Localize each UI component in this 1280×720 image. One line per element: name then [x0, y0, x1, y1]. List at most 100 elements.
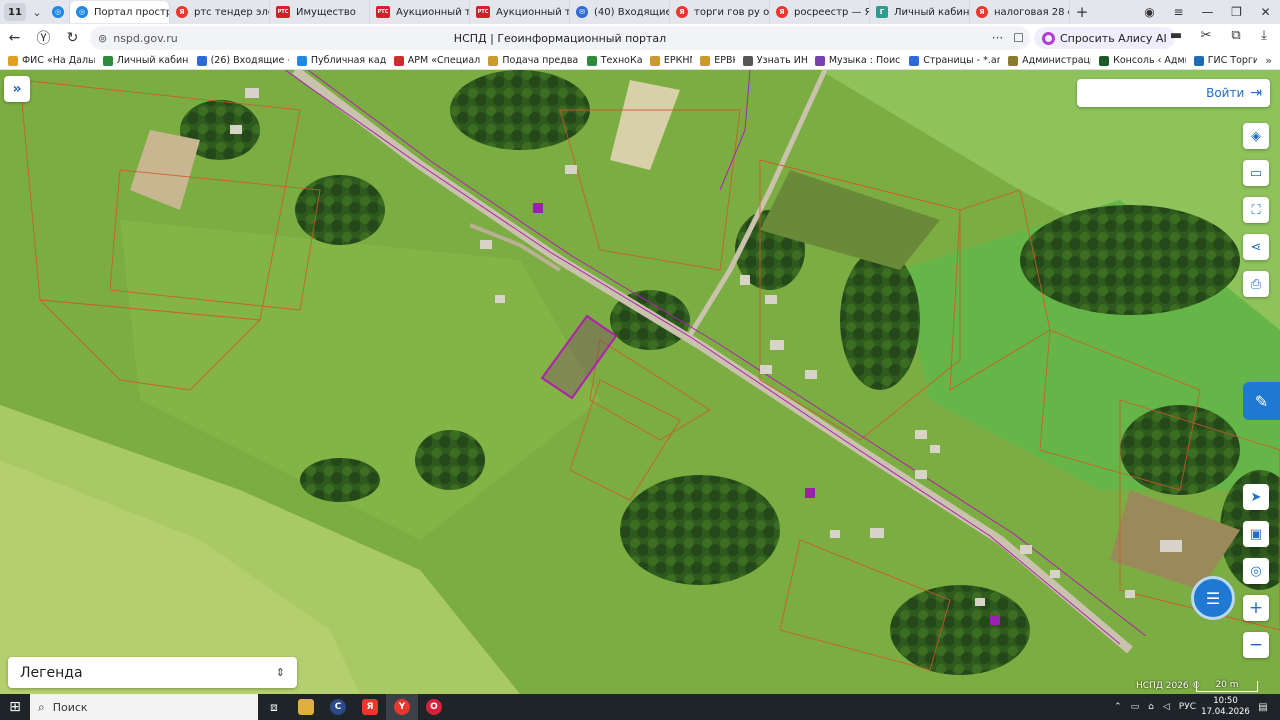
- minimize-icon[interactable]: —: [1193, 5, 1222, 19]
- chat-button[interactable]: ☰: [1191, 576, 1235, 620]
- bookmark-item[interactable]: Страницы - *.amu: [909, 55, 1000, 66]
- layers-button[interactable]: ◈: [1243, 123, 1269, 149]
- locate-button[interactable]: ➤: [1243, 484, 1269, 510]
- restore-icon[interactable]: ❐: [1222, 5, 1251, 19]
- satellite-map[interactable]: [0, 70, 1280, 694]
- tray-expand-icon[interactable]: ⌃: [1114, 702, 1122, 712]
- folder-icon: [298, 699, 314, 715]
- app-c-button[interactable]: C: [322, 694, 354, 720]
- bookmark-item[interactable]: ГИС Торги -: [1193, 55, 1257, 66]
- bookmark-item[interactable]: АРМ «Специалис: [393, 55, 480, 66]
- volume-icon[interactable]: ◁: [1163, 702, 1170, 712]
- zoom-out-button[interactable]: −: [1243, 632, 1269, 658]
- bookmarks-overflow-icon[interactable]: »: [1265, 54, 1272, 67]
- tab-label: росреестр — Янд: [794, 6, 869, 18]
- login-button[interactable]: Войти ⇥: [1077, 79, 1270, 107]
- more-options-icon[interactable]: ···: [992, 31, 1003, 45]
- tab-auction-1[interactable]: РТС Аукционный торг: [370, 1, 470, 23]
- select-area-button[interactable]: ⛶: [1243, 197, 1269, 223]
- tab-label: (40) Входящие - Г: [594, 6, 670, 18]
- explorer-button[interactable]: [290, 694, 322, 720]
- yandex-browser-button[interactable]: Y: [386, 694, 418, 720]
- system-clock[interactable]: 10:50 17.04.2026: [1201, 696, 1255, 718]
- yandex-app-button[interactable]: Я: [354, 694, 386, 720]
- bookmark-favicon-icon: [700, 55, 711, 66]
- bookmark-label: Музыка : Поиск -: [828, 55, 901, 66]
- collections-icon[interactable]: ⧉: [1226, 28, 1246, 43]
- zoom-out-icon: −: [1248, 635, 1264, 655]
- url-field[interactable]: ⊚ nspd.gov.ru НСПД | Геоинформационный п…: [90, 26, 1030, 50]
- tab-torgi[interactable]: Яторги гов ру офи: [670, 1, 770, 23]
- bookmark-favicon-icon: [196, 55, 207, 66]
- search-icon: ⌕: [38, 699, 45, 714]
- download-icon[interactable]: ⤓: [1254, 28, 1274, 43]
- tab-count-badge[interactable]: 11: [4, 3, 26, 21]
- task-view-icon: ⧈: [270, 699, 278, 714]
- network-icon[interactable]: ▭: [1131, 702, 1140, 712]
- bookmark-item[interactable]: Публичная кадас: [296, 55, 386, 66]
- ruler-button[interactable]: ▭: [1243, 160, 1269, 186]
- select-area-icon: ⛶: [1251, 202, 1261, 218]
- yandex-home-icon[interactable]: Ⓨ: [29, 28, 58, 48]
- geolocation-button[interactable]: ◎: [1243, 558, 1269, 584]
- site-info-icon[interactable]: ⊚: [98, 32, 107, 45]
- zoom-in-button[interactable]: +: [1243, 595, 1269, 621]
- sidebar-toggle-button[interactable]: »: [4, 76, 30, 102]
- minimap-button[interactable]: ▣: [1243, 521, 1269, 547]
- tab-inbox[interactable]: ✉ (40) Входящие - Г: [570, 1, 670, 23]
- bookmark-item[interactable]: Администрация: [1008, 55, 1091, 66]
- tab-auction-2[interactable]: РТС Аукционный торг: [470, 1, 570, 23]
- tab-rts-search[interactable]: Яртс тендер элект: [170, 1, 270, 23]
- bookmark-item[interactable]: (26) Входящие - П: [196, 55, 289, 66]
- tab-list-chevron-icon[interactable]: ⌄: [26, 6, 48, 19]
- opera-button[interactable]: O: [418, 694, 450, 720]
- bookmark-item[interactable]: Узнать ИНН: [742, 55, 807, 66]
- tab-property[interactable]: РТС Имущество: [270, 1, 370, 23]
- tab-personal-cabinet[interactable]: Г Личный кабинет: [870, 1, 970, 23]
- reload-icon[interactable]: ↻: [58, 30, 87, 46]
- profile-icon[interactable]: ◉: [1135, 5, 1164, 19]
- tab-label: торги гов ру офи: [694, 6, 770, 18]
- back-icon[interactable]: ←: [0, 30, 29, 46]
- bookmark-item[interactable]: Музыка : Поиск -: [814, 55, 901, 66]
- tab-nspd[interactable]: ◎ Портал простран: [70, 1, 170, 23]
- bookmark-item[interactable]: Консоль ‹ Админ: [1099, 55, 1186, 66]
- bookmark-item[interactable]: ТехноКад: [586, 55, 642, 66]
- legend-panel[interactable]: Легенда ⇕: [8, 657, 297, 688]
- map-copyright: НСПД 2026 ©: [1136, 681, 1201, 691]
- bookmark-item[interactable]: ЕРВК: [700, 55, 735, 66]
- bookmark-label: ФИС «На Дальни: [22, 55, 95, 66]
- minimap-icon: ▣: [1249, 526, 1263, 542]
- expand-collapse-icon: ⇕: [275, 666, 285, 679]
- bookmark-item[interactable]: ЕРКНМ: [649, 55, 692, 66]
- print-button[interactable]: ⎙: [1243, 271, 1269, 297]
- bookmark-item[interactable]: Подача предвари: [488, 55, 579, 66]
- extension-icon[interactable]: ▬: [1166, 28, 1186, 43]
- new-tab-shortcut[interactable]: ◎: [48, 1, 70, 23]
- bookmark-label: Личный кабинет: [116, 55, 189, 66]
- new-tab-button[interactable]: +: [1070, 3, 1094, 21]
- share-button[interactable]: ⋖: [1243, 234, 1269, 260]
- bookmark-item[interactable]: Личный кабинет: [102, 55, 189, 66]
- task-view-button[interactable]: ⧈: [258, 694, 290, 720]
- page-title: НСПД | Геоинформационный портал: [453, 31, 667, 45]
- bookmark-icon[interactable]: ☐: [1013, 31, 1024, 45]
- bookmark-favicon-icon: [742, 55, 753, 66]
- map-scale-bar: 20 m: [1196, 681, 1258, 692]
- map-canvas[interactable]: » Войти ⇥ ◈ ▭ ⛶ ⋖ ⎙ ✎ ➤ ▣ ◎ + − ☰ Легенд…: [0, 70, 1280, 694]
- bookmark-item[interactable]: ФИС «На Дальни: [8, 55, 95, 66]
- bookmark-favicon-icon: [102, 55, 113, 66]
- tab-nalog[interactable]: Яналоговая 28 офи: [970, 1, 1070, 23]
- tab-rosreestr[interactable]: Яросреестр — Янд: [770, 1, 870, 23]
- language-indicator[interactable]: РУС: [1179, 702, 1196, 712]
- notifications-icon[interactable]: ▤: [1255, 702, 1271, 713]
- ask-alice-button[interactable]: Спросить Алису AI: [1034, 27, 1175, 49]
- chat-icon: ☰: [1205, 588, 1221, 608]
- tools-icon[interactable]: ✂: [1196, 28, 1216, 43]
- feedback-side-button[interactable]: ✎: [1243, 382, 1280, 420]
- close-icon[interactable]: ✕: [1251, 5, 1280, 19]
- taskbar-search[interactable]: ⌕ Поиск: [30, 694, 258, 720]
- windows-start-icon[interactable]: ⊞: [0, 699, 30, 715]
- wifi-icon[interactable]: ⌂: [1148, 702, 1154, 712]
- menu-icon[interactable]: ≡: [1164, 5, 1193, 19]
